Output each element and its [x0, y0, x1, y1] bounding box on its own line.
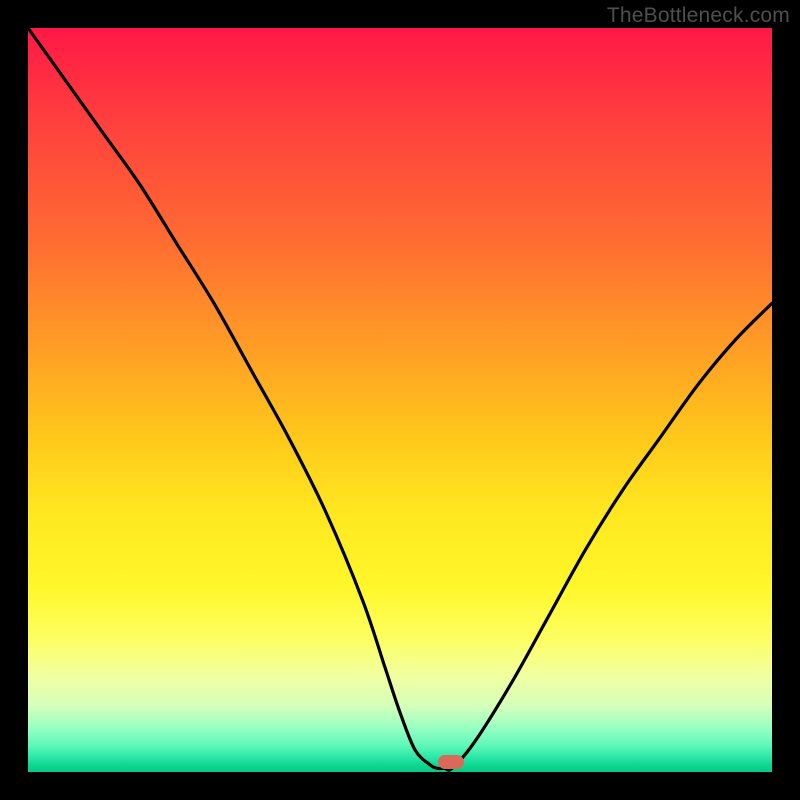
optimum-marker [438, 755, 464, 769]
bottleneck-curve [28, 28, 772, 772]
watermark-text: TheBottleneck.com [607, 4, 790, 28]
plot-area [28, 28, 772, 772]
chart-frame: TheBottleneck.com [0, 0, 800, 800]
